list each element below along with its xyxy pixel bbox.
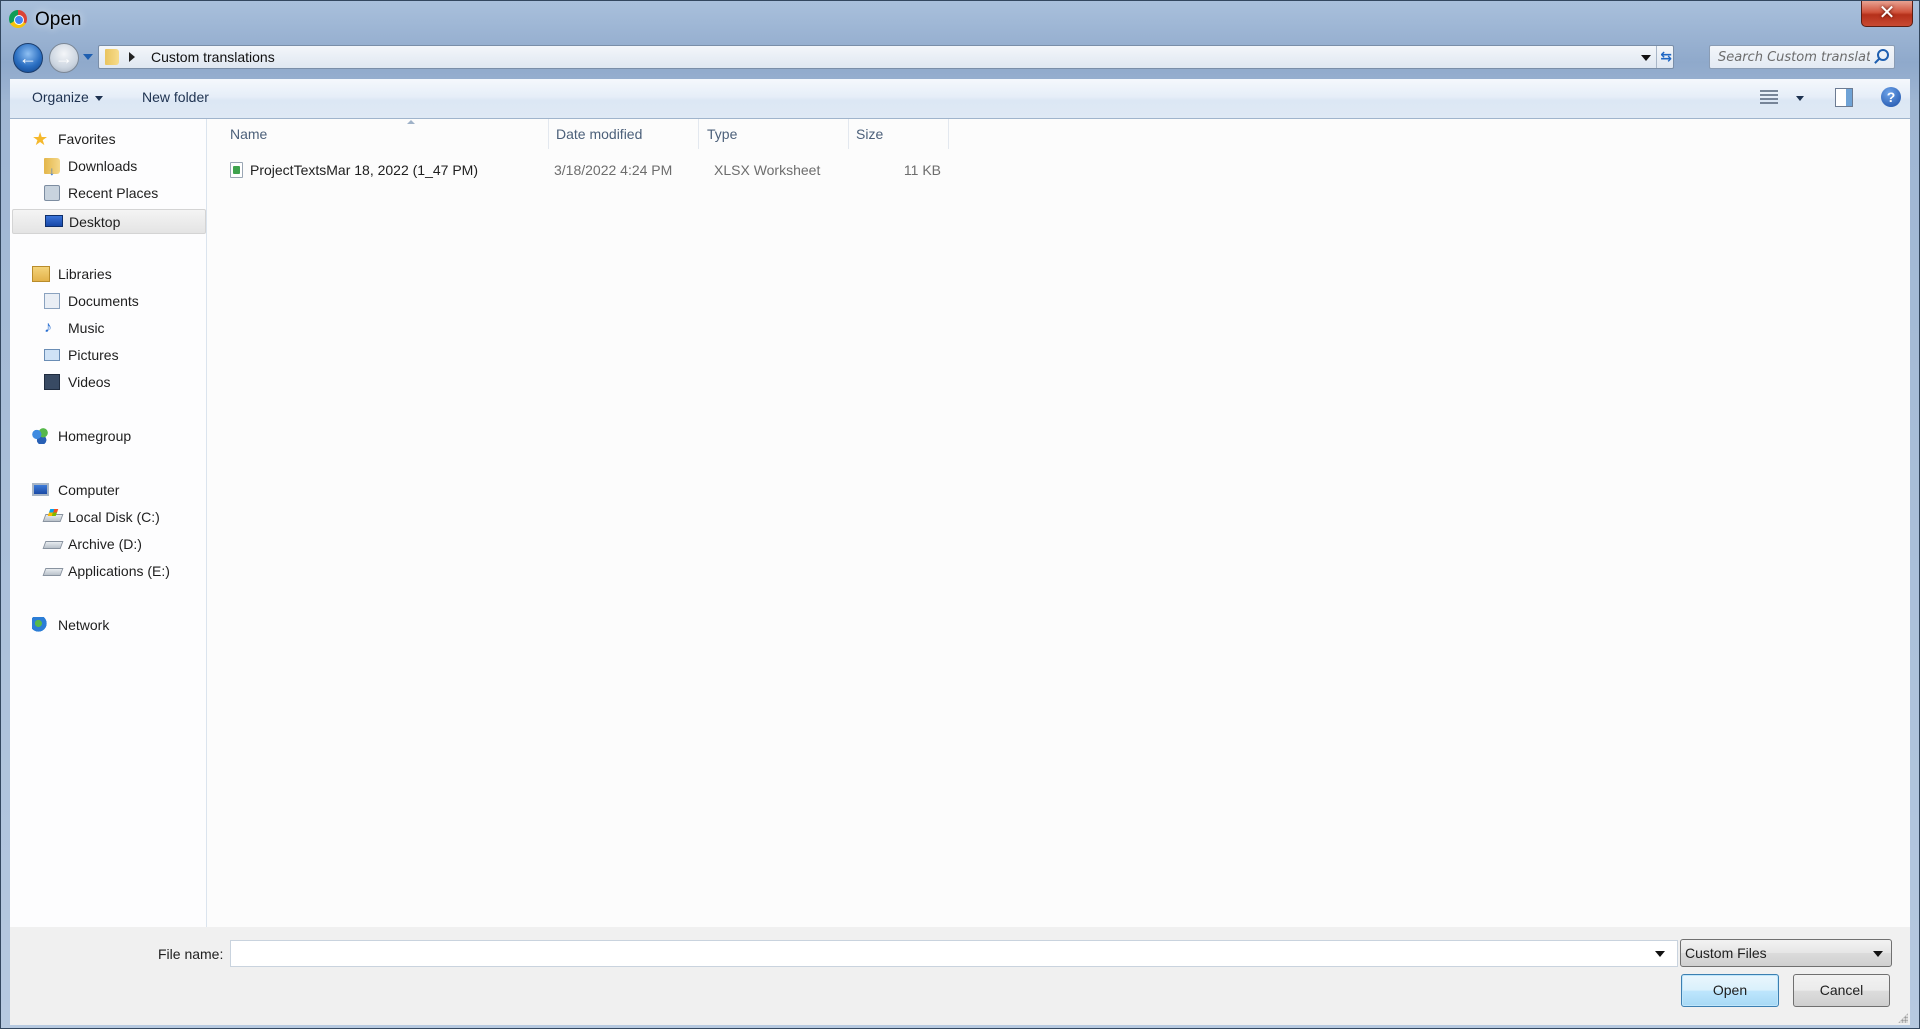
cancel-button[interactable]: Cancel bbox=[1793, 974, 1890, 1007]
refresh-icon[interactable]: ⇆ bbox=[1660, 48, 1672, 65]
sidebar-item-label: Music bbox=[68, 320, 105, 336]
sidebar-item-label: Local Disk (C:) bbox=[68, 509, 160, 525]
recent-locations-dropdown-icon[interactable] bbox=[83, 54, 93, 60]
spreadsheet-file-icon bbox=[230, 162, 243, 178]
drive-icon bbox=[42, 568, 64, 576]
address-bar[interactable]: Custom translations ⇆ bbox=[98, 45, 1674, 69]
file-list-pane[interactable]: Name Date modified Type Size ProjectText… bbox=[208, 119, 1910, 927]
help-icon[interactable]: ? bbox=[1881, 87, 1901, 107]
column-header-name[interactable]: Name bbox=[230, 119, 490, 149]
column-divider[interactable] bbox=[698, 119, 699, 149]
breadcrumb-current-folder[interactable]: Custom translations bbox=[151, 49, 275, 65]
file-name-input[interactable] bbox=[230, 940, 1678, 967]
column-divider[interactable] bbox=[948, 119, 949, 149]
sidebar-item-label: Videos bbox=[68, 374, 111, 390]
sidebar-item-label: Homegroup bbox=[58, 428, 132, 444]
back-button[interactable]: ← bbox=[13, 43, 43, 73]
drive-icon bbox=[42, 541, 64, 549]
file-type-selected: Custom Files bbox=[1685, 945, 1767, 961]
title-bar: Open ✕ bbox=[1, 1, 1919, 39]
navigation-bar: ← → Custom translations ⇆ bbox=[1, 39, 1919, 73]
sidebar-item-label: Archive (D:) bbox=[68, 536, 142, 552]
star-icon: ★ bbox=[32, 129, 49, 149]
sidebar-item-label: Computer bbox=[58, 482, 120, 498]
close-button[interactable]: ✕ bbox=[1861, 1, 1913, 27]
file-date-modified: 3/18/2022 4:24 PM bbox=[554, 162, 673, 178]
sidebar-item-label: Network bbox=[58, 617, 110, 633]
address-divider bbox=[1656, 46, 1657, 68]
file-size: 11 KB bbox=[903, 162, 941, 178]
forward-button[interactable]: → bbox=[49, 43, 79, 73]
column-divider[interactable] bbox=[848, 119, 849, 149]
file-name-label: File name: bbox=[158, 946, 224, 962]
computer-icon bbox=[32, 483, 49, 496]
sidebar-item-label: Favorites bbox=[58, 131, 116, 147]
organize-label: Organize bbox=[32, 89, 89, 105]
sidebar-item-label: Applications (E:) bbox=[68, 563, 170, 579]
folder-icon bbox=[105, 49, 119, 65]
sidebar-item-desktop[interactable]: Desktop bbox=[12, 209, 206, 234]
sidebar-item-label: Libraries bbox=[58, 266, 112, 282]
videos-icon bbox=[44, 374, 60, 390]
column-divider[interactable] bbox=[548, 119, 549, 149]
navigation-pane[interactable]: ★ Favorites Downloads Recent Places Desk… bbox=[10, 119, 207, 927]
chrome-app-icon bbox=[9, 10, 27, 28]
change-view-icon[interactable] bbox=[1760, 90, 1778, 106]
sidebar-item-label: Desktop bbox=[69, 214, 121, 230]
recent-places-icon bbox=[44, 185, 60, 201]
file-type: XLSX Worksheet bbox=[714, 162, 821, 178]
column-header-label: Name bbox=[230, 126, 268, 142]
preview-pane-icon[interactable] bbox=[1835, 88, 1853, 107]
chevron-down-icon bbox=[94, 95, 103, 101]
network-icon bbox=[32, 617, 48, 633]
sort-ascending-icon bbox=[407, 120, 415, 124]
column-header-size[interactable]: Size bbox=[856, 119, 883, 149]
open-file-dialog: Open ✕ ← → Custom translations ⇆ Organiz… bbox=[0, 0, 1920, 1029]
file-row[interactable]: ProjectTextsMar 18, 2022 (1_47 PM) 3/18/… bbox=[230, 159, 960, 181]
pictures-icon bbox=[44, 349, 60, 361]
desktop-icon bbox=[45, 215, 63, 227]
chevron-down-icon bbox=[1873, 951, 1883, 957]
sidebar-item-label: Documents bbox=[68, 293, 139, 309]
view-options-dropdown-icon[interactable] bbox=[1796, 96, 1804, 101]
command-toolbar: Organize New folder ? bbox=[10, 79, 1910, 119]
open-button[interactable]: Open bbox=[1681, 974, 1779, 1007]
music-icon: ♪ bbox=[44, 319, 52, 336]
address-dropdown-icon[interactable] bbox=[1641, 55, 1651, 61]
dialog-content: ★ Favorites Downloads Recent Places Desk… bbox=[10, 119, 1910, 927]
file-type-select[interactable]: Custom Files bbox=[1680, 939, 1892, 967]
dialog-title: Open bbox=[35, 9, 82, 30]
system-drive-icon bbox=[42, 514, 64, 522]
breadcrumb-chevron-icon[interactable] bbox=[129, 52, 135, 62]
dialog-footer: File name: Custom Files Open Cancel bbox=[10, 927, 1910, 1025]
new-folder-button[interactable]: New folder bbox=[142, 89, 209, 105]
search-input[interactable] bbox=[1710, 46, 1870, 68]
file-name: ProjectTextsMar 18, 2022 (1_47 PM) bbox=[250, 162, 478, 178]
resize-grip[interactable] bbox=[1898, 1013, 1908, 1023]
downloads-folder-icon bbox=[44, 158, 60, 182]
column-header-date-modified[interactable]: Date modified bbox=[556, 119, 642, 149]
homegroup-icon bbox=[32, 428, 48, 444]
file-name-dropdown-icon[interactable] bbox=[1655, 951, 1665, 957]
sidebar-item-label: Pictures bbox=[68, 347, 119, 363]
sidebar-item-label: Recent Places bbox=[68, 185, 159, 201]
search-icon[interactable] bbox=[1877, 49, 1889, 61]
documents-icon bbox=[44, 293, 60, 309]
sidebar-item-label: Downloads bbox=[68, 158, 138, 174]
column-header-type[interactable]: Type bbox=[707, 119, 737, 149]
search-box[interactable] bbox=[1709, 45, 1895, 69]
libraries-icon bbox=[32, 266, 50, 282]
organize-menu-button[interactable]: Organize bbox=[32, 89, 103, 105]
